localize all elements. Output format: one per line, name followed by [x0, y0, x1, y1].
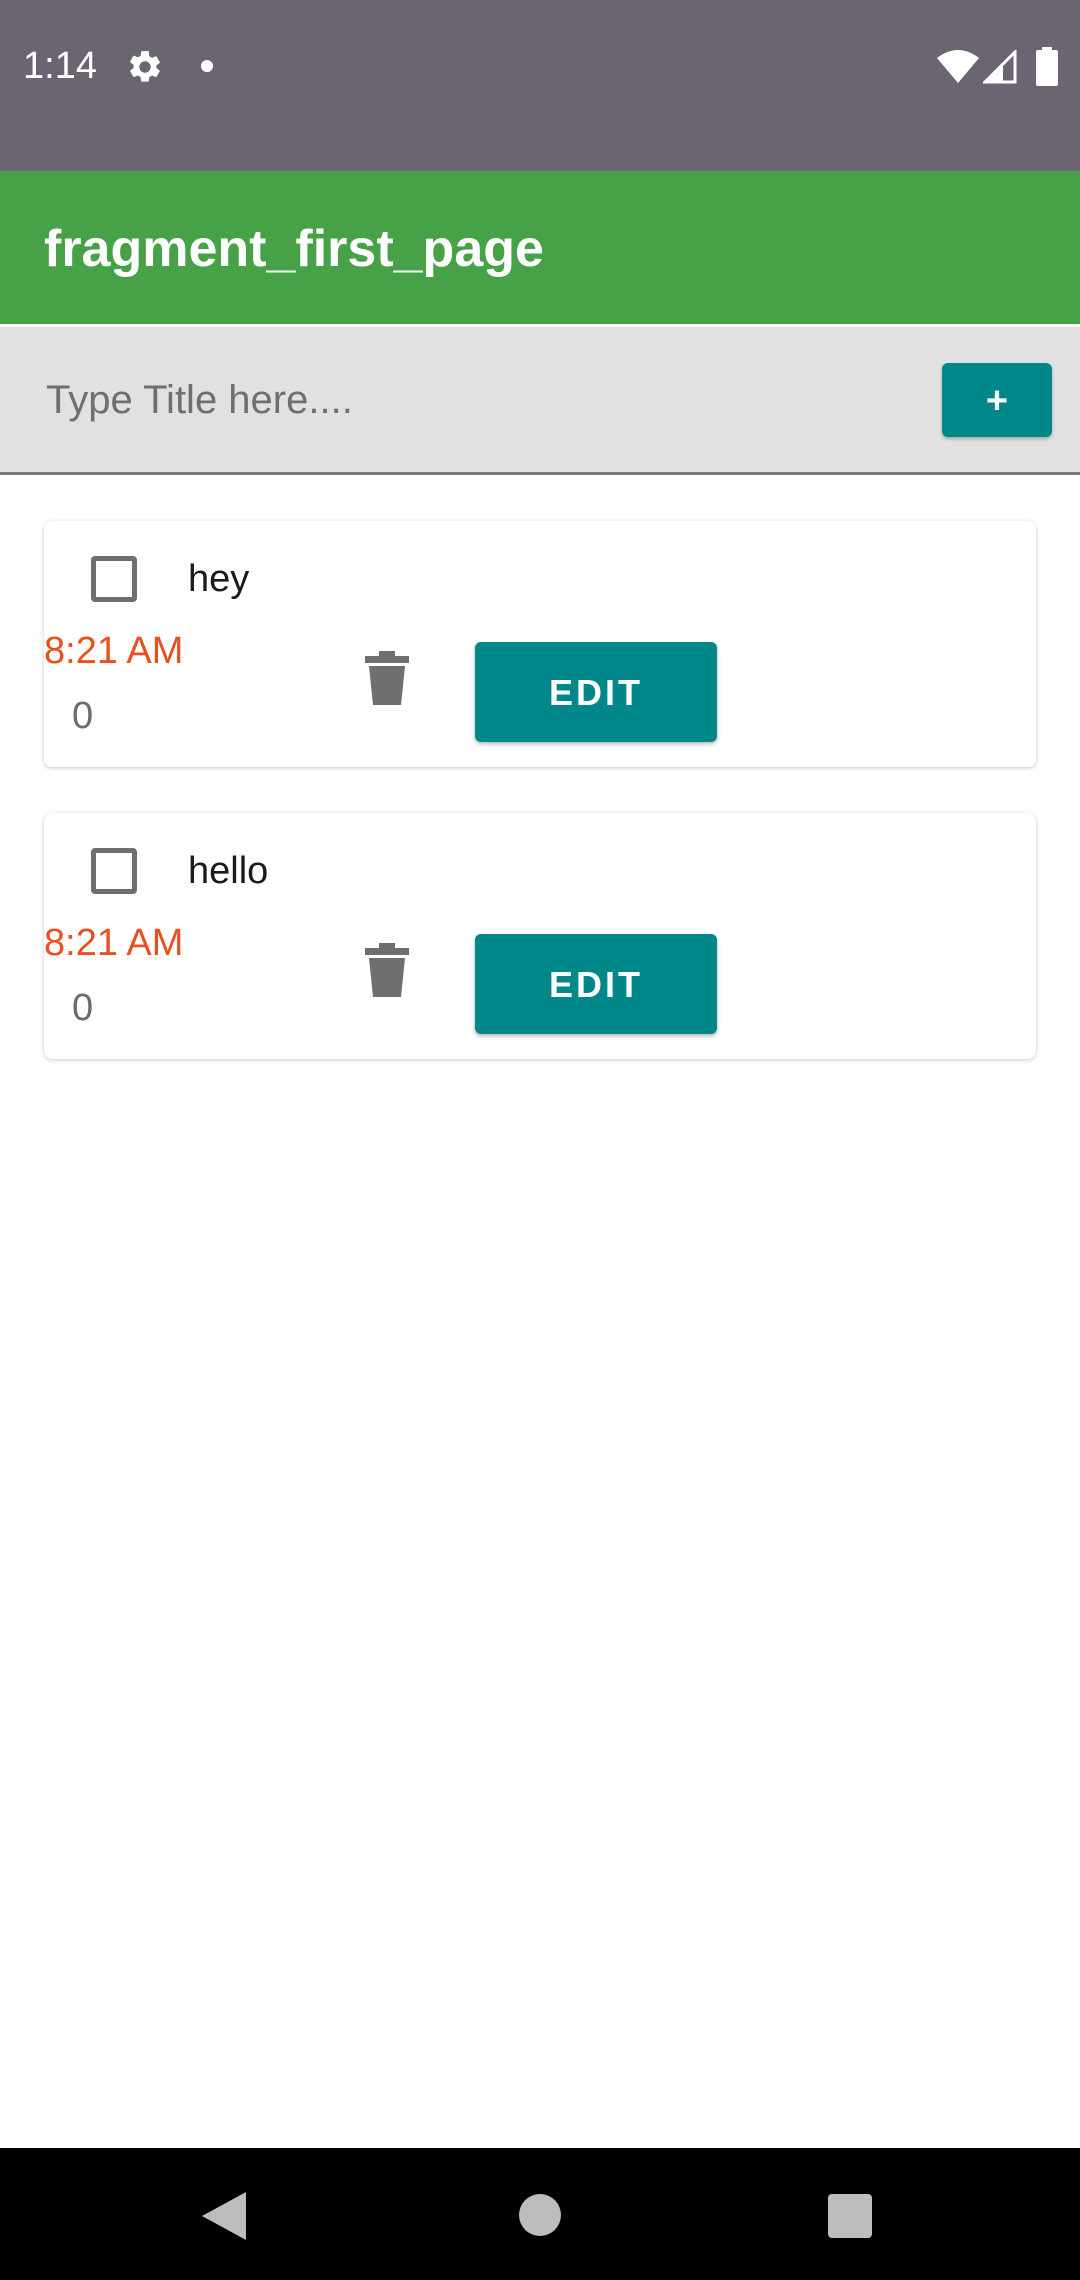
- status-bar: 1:14: [0, 0, 1080, 171]
- item-count: 0: [72, 695, 94, 737]
- item-checkbox[interactable]: [91, 848, 137, 894]
- notification-dot-icon: [201, 60, 213, 72]
- item-time: 8:21 AM: [44, 922, 184, 964]
- gear-icon: [130, 51, 160, 82]
- trash-icon[interactable]: [363, 943, 411, 997]
- recents-icon[interactable]: [828, 2194, 872, 2238]
- list-item: hello 8:21 AM 0 EDIT: [44, 813, 1036, 1059]
- add-button[interactable]: +: [942, 363, 1052, 437]
- app-bar: fragment_first_page: [0, 171, 1080, 324]
- item-time: 8:21 AM: [44, 630, 184, 672]
- list-item: hey 8:21 AM 0 EDIT: [44, 521, 1036, 767]
- item-title: hey: [188, 558, 250, 600]
- title-input-row: +: [0, 327, 1080, 475]
- edit-button[interactable]: EDIT: [475, 934, 717, 1034]
- item-count: 0: [72, 987, 94, 1029]
- item-checkbox[interactable]: [91, 556, 137, 602]
- navigation-bar: [0, 2148, 1080, 2280]
- trash-icon[interactable]: [363, 651, 411, 705]
- status-time: 1:14: [23, 45, 97, 87]
- home-icon[interactable]: [519, 2194, 561, 2236]
- wifi-icon: [937, 50, 979, 83]
- title-input[interactable]: [44, 369, 908, 431]
- page-title: fragment_first_page: [44, 220, 544, 278]
- battery-icon: [1036, 47, 1058, 86]
- signal-icon: [983, 50, 1017, 84]
- back-icon[interactable]: [202, 2192, 246, 2240]
- item-title: hello: [188, 850, 269, 892]
- edit-button[interactable]: EDIT: [475, 642, 717, 742]
